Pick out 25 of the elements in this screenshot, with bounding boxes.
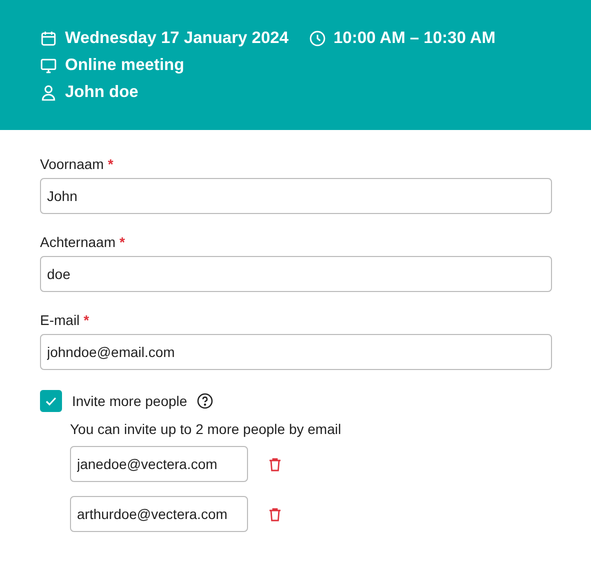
field-label: E-mail [40,312,80,328]
email-input[interactable]: arthurdoe@vectera.com [70,496,248,532]
required-asterisk: * [108,156,114,172]
required-asterisk: * [119,234,125,250]
field-label: Voornaam [40,156,104,172]
meeting-location: Online meeting [65,56,184,75]
trash-icon[interactable] [267,456,283,472]
field-label: Achternaam [40,234,116,250]
monitor-icon [40,57,57,74]
meeting-date: Wednesday 17 January 2024 [65,29,288,48]
clock-icon [308,30,326,47]
invite-hint: You can invite up to 2 more people by email [70,421,342,437]
person-icon [40,84,57,101]
text-input[interactable]: doe [40,256,552,292]
text-input[interactable]: John [40,178,552,214]
checkbox-label: Invite more people [72,393,188,409]
checkbox[interactable] [40,390,62,412]
trash-icon[interactable] [267,506,283,522]
host-name: John doe [65,83,138,102]
help-icon[interactable] [197,393,214,409]
email-input[interactable]: janedoe@vectera.com [70,446,248,482]
text-input[interactable]: johndoe@email.com [40,334,552,370]
calendar-icon [40,30,57,47]
meeting-time: 10:00 AM – 10:30 AM [334,29,496,48]
required-asterisk: * [84,312,90,328]
